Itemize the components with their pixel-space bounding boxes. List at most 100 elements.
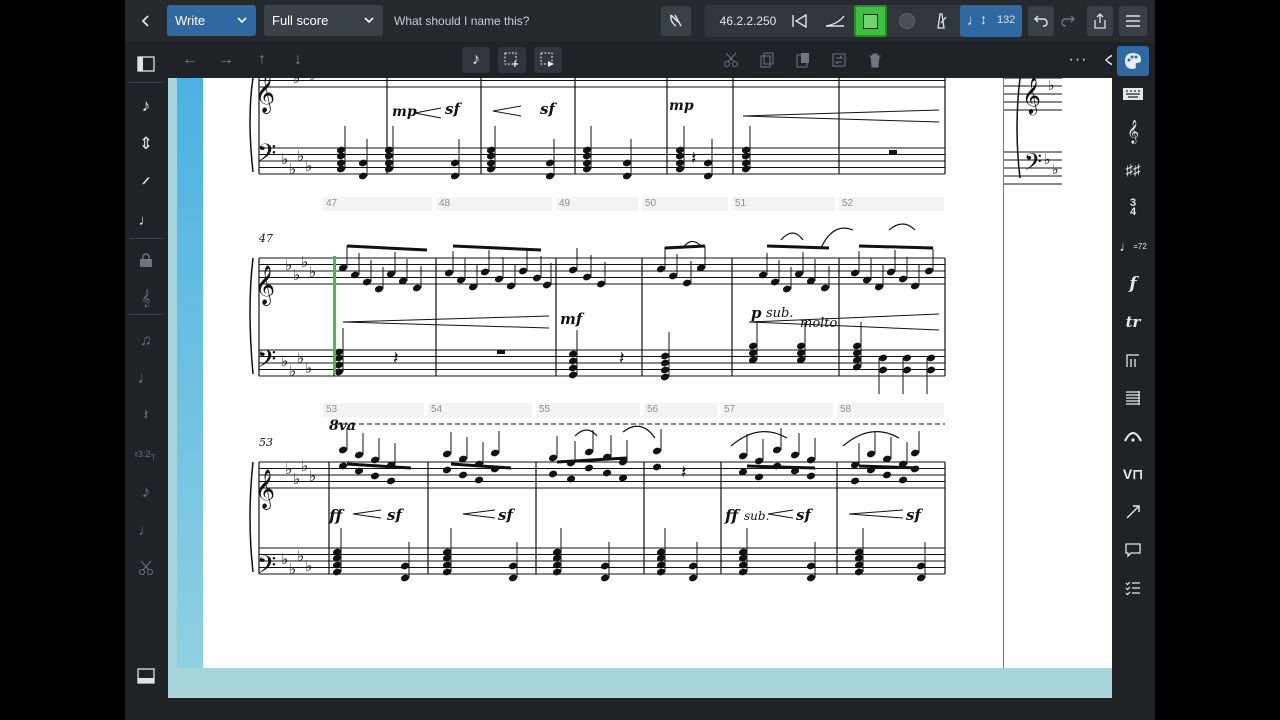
dynamic-mf: mf [560,310,583,328]
dynamic-sf: sf [498,506,513,524]
note-input-icon[interactable]: ♪ [462,47,490,73]
beam [858,244,934,250]
beam [452,244,542,252]
dynamic-mp: mp [392,104,417,120]
add-note-icon[interactable]: ♪ [133,94,159,118]
tie-icon[interactable]: ♩ [133,518,159,542]
arrow-right-icon[interactable]: → [214,49,238,71]
rest-icon: 𝄽 [691,148,697,169]
staff-icon[interactable] [1120,386,1146,410]
instrument-picker-icon[interactable] [661,6,691,36]
notehead [602,469,612,477]
play-button[interactable] [854,5,887,37]
mode-label: Write [175,13,206,28]
chevron-down-icon [236,14,248,26]
trill-icon[interactable]: tr [1120,310,1146,334]
clef-icon[interactable]: 𝄞 [1120,120,1146,144]
keyboard-icon[interactable] [1120,84,1146,104]
bowing-icon[interactable]: V⊓ [1120,462,1146,486]
checklist-icon[interactable] [1120,576,1146,600]
notehead [566,475,576,483]
dynamics-icon[interactable] [822,10,848,32]
dynamic-ff: ff [725,506,739,525]
slash-note-icon[interactable]: ♪ [133,480,159,504]
beam [450,462,512,470]
dynamic-sf: sf [445,100,460,118]
bass-clef-icon: 𝄢 [257,139,276,174]
rest-icon[interactable]: 𝄽 [133,404,159,428]
app-window: Write Full score What should I name this… [125,0,1155,720]
notehead [338,462,348,470]
mode-dropdown[interactable]: Write [167,5,256,36]
fermata-icon[interactable] [1120,424,1146,448]
slurs [574,223,916,447]
flat-icon: ♭ [281,550,288,568]
time-signature-icon[interactable]: 34 [1120,196,1146,220]
paste-icon[interactable] [791,49,815,71]
metronome-icon[interactable] [930,10,952,32]
grace-note-icon[interactable]: ♩ [133,208,159,232]
rewind-icon[interactable] [789,10,811,32]
tempo-control[interactable]: ♩ ↕ 132 [960,5,1022,37]
scissors-icon[interactable] [133,556,159,580]
score-canvas[interactable]: 47 48 49 50 51 52 53 54 55 56 57 58 𝄞 𝄢 … [168,78,1112,698]
key-signatures: ♭♭♭♭♭♭♭♭♭♭♭♭♭♭♭♭♭♭♭♭♭♭♭♭ [281,78,316,578]
flat-icon: ♭ [305,359,312,377]
copy-icon[interactable] [755,49,779,71]
layout-dropdown[interactable]: Full score [264,5,383,36]
select-add-icon[interactable] [498,47,526,73]
bottom-panel-icon[interactable] [133,664,159,688]
notehead [370,472,380,480]
palette-icon[interactable] [1117,46,1149,76]
tuplet-icon[interactable]: r3:2┐ [133,442,159,466]
chord-icon[interactable]: ♫ [133,328,159,352]
notehead [898,476,908,484]
redo-icon[interactable] [1057,6,1079,36]
notehead [652,463,662,471]
share-icon[interactable] [1087,6,1113,36]
flat-icon: ♭ [305,157,312,175]
dynamics-f-icon[interactable]: f [1120,272,1146,296]
dynamic-ff: ff [329,506,343,525]
title-field[interactable]: What should I name this? [389,8,609,34]
menu-icon[interactable] [1119,6,1147,36]
arrow-up-icon[interactable]: ↑ [250,49,274,71]
swap-icon[interactable] [827,49,851,71]
top-bar: Write Full score What should I name this… [125,0,1155,42]
notehead [850,477,860,485]
next-page-preview[interactable]: 𝄞 𝄢 ♭ ♭ ♭ [1003,78,1112,668]
right-toolbar: 𝄞 ♯♯ 34 ♩ =72 f tr V⊓ [1112,42,1155,698]
dotted-note-icon[interactable]: ♩ [133,366,159,390]
key-signature-icon[interactable]: ♯♯ [1120,158,1146,182]
molto-text: molto [800,316,838,331]
beam [766,244,830,250]
dynamic-sf: sf [387,506,402,524]
flat-icon: ♭ [281,150,288,168]
undo-icon[interactable] [1028,6,1054,36]
score-page[interactable]: 47 48 49 50 51 52 53 54 55 56 57 58 𝄞 𝄢 … [203,78,1003,668]
trash-icon[interactable] [863,49,887,71]
back-icon[interactable] [133,8,159,34]
chevron-down-icon [363,14,375,26]
tremolo-icon[interactable]: 𝄍 [133,170,159,194]
record-icon[interactable] [896,10,918,32]
lock-icon[interactable] [133,248,159,272]
page-gradient-strip [177,78,203,668]
panel-toggle-icon[interactable] [133,52,159,76]
treble-clef-icon: 𝄞 [255,469,275,510]
bass-clef-icon: 𝄢 [1024,148,1042,181]
pitch-icon[interactable]: 𝄞 [133,286,159,310]
arrow-left-icon[interactable]: ← [178,49,202,71]
notehead [354,467,364,475]
scissors-icon[interactable] [719,49,743,71]
noteheads: 𝄽 𝄽 𝄽 𝄽 [332,126,936,582]
arrow-down-icon[interactable]: ↓ [286,49,310,71]
barline-icon[interactable] [1120,348,1146,372]
comment-icon[interactable] [1120,538,1146,562]
more-icon[interactable]: ··· [1066,49,1090,71]
transpose-icon[interactable]: ⇕ [133,132,159,156]
select-more-icon[interactable] [534,47,562,73]
tempo-mark-icon[interactable]: ♩ =72 [1119,234,1147,258]
line-icon[interactable] [1120,500,1146,524]
treble-clef-icon: 𝄞 [255,265,275,306]
